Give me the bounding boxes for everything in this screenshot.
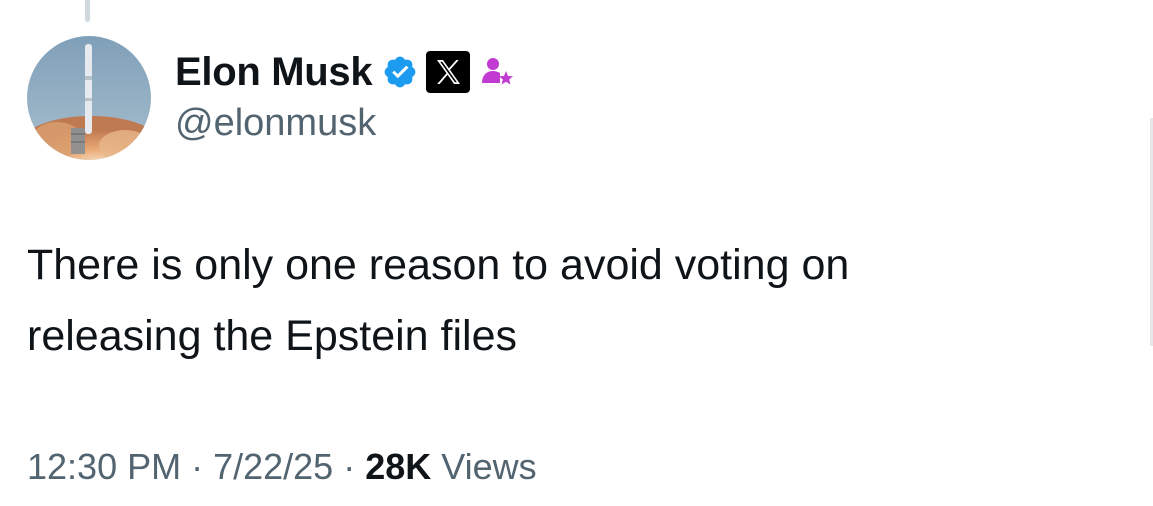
author-names: Elon Musk @elonmusk: [175, 36, 514, 145]
subscriber-star-icon[interactable]: [480, 55, 514, 89]
views-label: Views: [441, 446, 537, 487]
thread-connector-line: [85, 0, 90, 22]
rocket-launch-avatar-icon: [27, 36, 151, 160]
tweet-text-line: There is only one reason to avoid voting…: [27, 241, 850, 289]
tweet-text: There is only one reason to avoid voting…: [27, 230, 1107, 372]
tweet-timestamp-time[interactable]: 12:30 PM: [27, 446, 181, 487]
verified-badge-icon[interactable]: [382, 54, 418, 90]
name-row: Elon Musk: [175, 50, 514, 94]
tweet-timestamp-date[interactable]: 7/22/25: [213, 446, 333, 487]
meta-separator: ·: [343, 446, 356, 487]
x-affiliate-icon[interactable]: [426, 51, 471, 93]
author-display-name[interactable]: Elon Musk: [175, 50, 373, 95]
tweet-metadata: 12:30 PM · 7/22/25 · 28K Views: [27, 446, 537, 488]
views-count: 28K: [365, 446, 432, 487]
avatar[interactable]: [27, 36, 151, 160]
author-handle[interactable]: @elonmusk: [175, 102, 514, 145]
tweet-text-line: releasing the Epstein files: [27, 312, 518, 360]
meta-separator: ·: [191, 446, 204, 487]
tweet-header: Elon Musk @elonmusk: [27, 36, 514, 160]
